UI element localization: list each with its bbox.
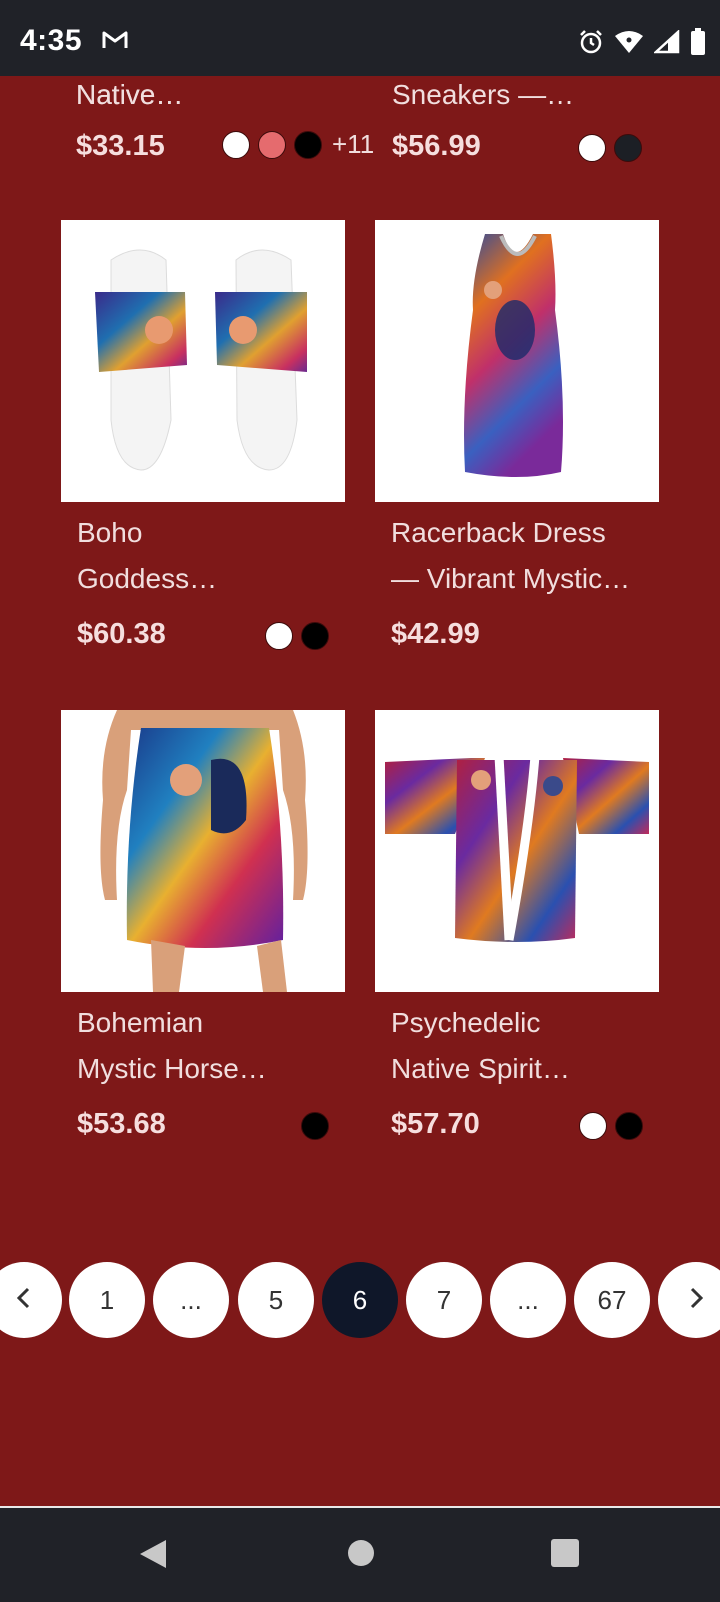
swatch-white[interactable] — [222, 130, 250, 159]
prev-page-button[interactable] — [0, 1262, 62, 1338]
alarm-icon — [578, 29, 604, 60]
next-page-button[interactable] — [658, 1262, 720, 1338]
swatch-white[interactable] — [579, 1112, 607, 1140]
swatch-group — [265, 622, 329, 650]
swatch-black[interactable] — [301, 622, 329, 650]
page-ellipsis[interactable]: ... — [490, 1262, 566, 1338]
swatch-black[interactable] — [301, 1112, 329, 1140]
swatch-group — [578, 134, 642, 162]
page-button[interactable]: 67 — [574, 1262, 650, 1338]
product-price: $33.15 — [76, 130, 165, 162]
product-image[interactable] — [375, 220, 659, 502]
swatch-group — [579, 1112, 643, 1140]
swatch-black[interactable] — [294, 130, 322, 159]
product-title[interactable]: Psychedelic Native Spirit… — [391, 1000, 653, 1092]
swatch-black[interactable] — [614, 134, 642, 162]
product-image[interactable] — [61, 220, 345, 502]
page-button[interactable]: 7 — [406, 1262, 482, 1338]
page-button[interactable]: 1 — [69, 1262, 145, 1338]
product-image[interactable] — [375, 710, 659, 992]
product-title[interactable]: Bohemian Mystic Horse… — [77, 1000, 339, 1092]
product-card[interactable]: Psychedelic Native Spirit… $57.70 — [375, 710, 659, 1140]
product-title[interactable]: Racerback Dress — Vibrant Mystic… — [391, 510, 653, 602]
swatch-black[interactable] — [615, 1112, 643, 1140]
swatch-group — [301, 1112, 329, 1140]
chevron-left-icon — [15, 1285, 33, 1316]
chevron-right-icon — [687, 1285, 705, 1316]
product-card[interactable]: Boho Goddess… $60.38 — [61, 220, 345, 650]
product-title[interactable]: Native… — [76, 76, 338, 118]
current-page-button[interactable]: 6 — [322, 1262, 398, 1338]
product-price: $56.99 — [392, 130, 481, 162]
gmail-icon — [102, 30, 128, 55]
more-colors-count[interactable]: +11 — [332, 129, 374, 160]
product-title[interactable]: Sneakers —… — [392, 76, 654, 118]
status-bar: 4:35 — [0, 0, 720, 76]
swatch-pink[interactable] — [258, 130, 286, 159]
back-icon[interactable] — [138, 1538, 168, 1575]
home-icon[interactable] — [346, 1538, 376, 1573]
recents-icon[interactable] — [550, 1538, 580, 1573]
product-title[interactable]: Boho Goddess… — [77, 510, 339, 602]
page-button[interactable]: 5 — [238, 1262, 314, 1338]
swatch-group: +11 — [222, 129, 374, 160]
product-image[interactable] — [61, 710, 345, 992]
battery-icon — [690, 28, 706, 61]
wifi-icon — [614, 30, 644, 59]
swatch-white[interactable] — [265, 622, 293, 650]
product-price: $42.99 — [391, 618, 480, 650]
page-ellipsis[interactable]: ... — [153, 1262, 229, 1338]
product-price: $60.38 — [77, 618, 166, 650]
pagination: 1 ... 5 6 7 ... 67 — [0, 1262, 720, 1338]
signal-icon — [652, 29, 680, 59]
product-card[interactable]: Racerback Dress — Vibrant Mystic… $42.99 — [375, 220, 659, 650]
product-price: $57.70 — [391, 1108, 480, 1140]
product-price: $53.68 — [77, 1108, 166, 1140]
product-card[interactable]: Bohemian Mystic Horse… $53.68 — [61, 710, 345, 1140]
system-nav-bar — [0, 1506, 720, 1602]
swatch-white[interactable] — [578, 134, 606, 162]
status-time: 4:35 — [20, 24, 83, 57]
